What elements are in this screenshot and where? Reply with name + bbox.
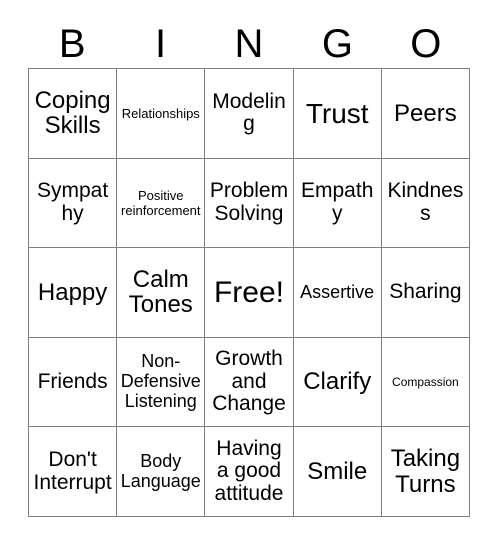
free-space-label: Free!	[213, 275, 284, 309]
bingo-cell-free-space[interactable]: Free!	[205, 248, 294, 338]
bingo-cell-b1[interactable]: Coping Skills	[29, 69, 118, 159]
bingo-cell-b2[interactable]: Sympathy	[29, 158, 118, 249]
bingo-cell-label: Modeling	[212, 89, 286, 136]
bingo-cell-i4[interactable]: Non-Defensive Listening	[117, 337, 206, 428]
bingo-grid: Coping Skills Relationships Modeling Tru…	[28, 68, 470, 517]
bingo-cell-label: Sharing	[389, 280, 462, 304]
bingo-cell-label: Coping Skills	[34, 86, 111, 140]
bingo-cell-g1[interactable]: Trust	[293, 69, 382, 159]
bingo-cell-g4[interactable]: Clarify	[293, 337, 382, 428]
bingo-cell-label: Empathy	[301, 179, 374, 225]
bingo-cell-o4[interactable]: Compassion	[381, 337, 470, 428]
bingo-cell-label: Sympathy	[36, 179, 109, 225]
header-letter-i: I	[155, 22, 167, 66]
bingo-cell-label: Having a good attitude	[214, 436, 284, 506]
bingo-cell-g5[interactable]: Smile	[293, 427, 382, 517]
bingo-cell-i2[interactable]: Positive reinforcement	[117, 158, 206, 249]
bingo-cell-n5[interactable]: Having a good attitude	[205, 427, 294, 517]
bingo-cell-o5[interactable]: Taking Turns	[381, 427, 470, 517]
header-letter-n: N	[234, 22, 264, 66]
bingo-cell-n4[interactable]: Growth and Change	[205, 337, 294, 428]
bingo-cell-label: Trust	[305, 97, 369, 129]
bingo-card: B I N G O Coping Skills Relationships Mo…	[0, 0, 500, 544]
bingo-cell-label: Don't Interrupt	[33, 448, 112, 494]
bingo-cell-label: Compassion	[392, 375, 459, 390]
bingo-cell-label: Body Language	[120, 450, 201, 491]
bingo-header-row: B I N G O	[28, 20, 470, 68]
bingo-cell-label: Assertive	[300, 281, 375, 302]
bingo-cell-g3[interactable]: Assertive	[293, 248, 382, 338]
bingo-cell-o2[interactable]: Kindness	[381, 158, 470, 249]
bingo-cell-b3[interactable]: Happy	[29, 248, 118, 338]
bingo-cell-label: Friends	[37, 369, 108, 393]
header-letter-b: B	[58, 22, 86, 66]
bingo-cell-label: Peers	[394, 99, 457, 127]
bingo-cell-label: Taking Turns	[390, 445, 461, 498]
bingo-cell-i5[interactable]: Body Language	[117, 427, 206, 517]
bingo-cell-label: Relationships	[121, 105, 200, 121]
bingo-cell-i1[interactable]: Relationships	[117, 69, 206, 159]
bingo-cell-label: Growth and Change	[212, 347, 286, 416]
bingo-cell-label: Positive reinforcement	[121, 187, 201, 218]
bingo-cell-b4[interactable]: Friends	[29, 337, 118, 428]
bingo-cell-label: Clarify	[303, 368, 372, 396]
bingo-cell-o3[interactable]: Sharing	[381, 248, 470, 338]
bingo-cell-b5[interactable]: Don't Interrupt	[29, 427, 118, 517]
bingo-cell-label: Kindness	[387, 179, 464, 225]
bingo-cell-label: Non-Defensive Listening	[120, 351, 201, 411]
header-letter-o: O	[410, 22, 442, 66]
bingo-cell-label: Happy	[37, 278, 108, 306]
bingo-cell-o1[interactable]: Peers	[381, 69, 470, 159]
bingo-cell-label: Problem Solving	[209, 179, 289, 225]
bingo-cell-i3[interactable]: Calm Tones	[117, 248, 206, 338]
bingo-cell-label: Smile	[307, 457, 368, 485]
bingo-cell-n2[interactable]: Problem Solving	[205, 158, 294, 249]
header-letter-g: G	[321, 22, 353, 66]
bingo-cell-n1[interactable]: Modeling	[205, 69, 294, 159]
bingo-cell-label: Calm Tones	[128, 266, 193, 319]
bingo-cell-g2[interactable]: Empathy	[293, 158, 382, 249]
